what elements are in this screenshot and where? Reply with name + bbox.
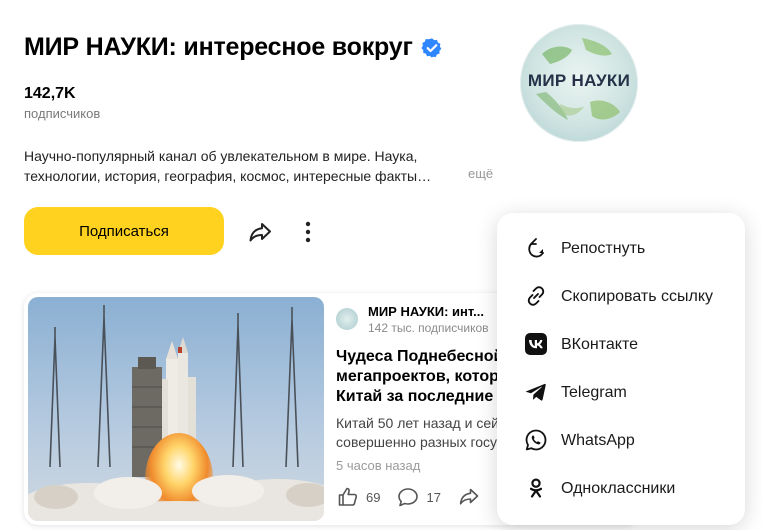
menu-item-vk[interactable]: ВКонтакте (497, 320, 745, 368)
menu-item-copy-link[interactable]: Скопировать ссылку (497, 272, 745, 320)
channel-name: МИР НАУКИ: интересное вокруг (24, 33, 413, 61)
avatar-text: МИР НАУКИ (527, 71, 631, 90)
telegram-icon (523, 379, 549, 405)
menu-label-vk: ВКонтакте (561, 336, 638, 353)
channel-description: Научно-популярный канал об увлекательном… (24, 148, 432, 184)
channel-title: МИР НАУКИ: интересное вокруг (24, 33, 443, 62)
post-channel-avatar[interactable] (336, 308, 358, 330)
post-channel-subscribers: 142 тыс. подписчиков (368, 321, 489, 335)
subscribers-count: 142,7K (24, 85, 76, 102)
menu-item-telegram[interactable]: Telegram (497, 368, 745, 416)
whatsapp-icon (523, 427, 549, 453)
subscribers-label: подписчиков (24, 106, 101, 121)
more-link[interactable]: ещё (468, 166, 493, 181)
comment-button[interactable]: 17 (396, 485, 441, 509)
odnoklassniki-icon (523, 475, 549, 501)
share-icon (459, 488, 479, 505)
like-icon (338, 487, 358, 506)
like-count: 69 (366, 489, 381, 505)
subscribe-button[interactable]: Подписаться (24, 207, 224, 255)
post-actions: 69 17 (336, 485, 497, 509)
post-time: 5 часов назад (336, 458, 421, 473)
menu-label-repost: Репостнуть (561, 240, 646, 257)
comment-count: 17 (426, 489, 441, 505)
repost-icon (523, 235, 549, 261)
comment-icon (398, 488, 419, 507)
more-options-icon[interactable] (296, 218, 320, 246)
vk-icon (523, 331, 549, 357)
like-button[interactable]: 69 (336, 485, 380, 509)
post-channel-name[interactable]: МИР НАУКИ: инт... (368, 304, 484, 319)
post-share-button[interactable] (457, 485, 481, 509)
share-icon[interactable] (246, 218, 274, 246)
menu-item-repost[interactable]: Репостнуть (497, 224, 745, 272)
menu-item-whatsapp[interactable]: WhatsApp (497, 416, 745, 464)
menu-label-whatsapp: WhatsApp (561, 432, 635, 449)
menu-label-copy-link: Скопировать ссылку (561, 288, 714, 305)
link-icon (523, 283, 549, 309)
verified-badge-icon (421, 37, 442, 58)
channel-avatar: МИР НАУКИ (520, 24, 638, 142)
menu-item-odnoklassniki[interactable]: Одноклассники (497, 464, 745, 512)
share-menu: Репостнуть Скопировать ссылку ВКонтакте … (497, 213, 745, 525)
rocket-launch-image[interactable] (28, 297, 324, 521)
menu-label-telegram: Telegram (561, 384, 627, 401)
menu-label-odnoklassniki: Одноклассники (561, 480, 676, 497)
